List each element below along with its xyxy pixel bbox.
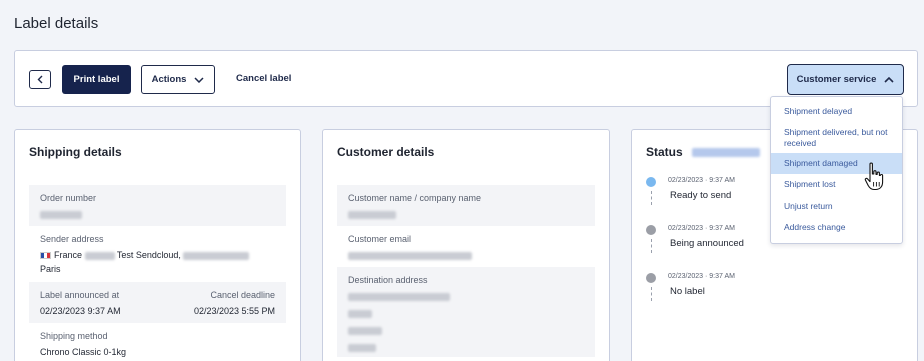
customer-name-redacted: [348, 210, 396, 219]
destination-line-2-redacted: [348, 309, 372, 318]
status-dot: [646, 177, 656, 187]
timeline-time: 02/23/2023 · 9:37 AM: [668, 177, 735, 184]
shipping-details-title: Shipping details: [29, 145, 122, 159]
cancel-deadline-label: Cancel deadline: [210, 290, 275, 300]
sender-address-field: Sender address France Test Sendcloud, Pa…: [29, 226, 286, 282]
menu-item-unjust-return[interactable]: Unjust return: [771, 201, 902, 212]
page-title: Label details: [14, 15, 99, 32]
shipping-details-card: Shipping details Order number Sender add…: [14, 129, 301, 361]
actions-button-label: Actions: [151, 74, 187, 85]
label-announced-label: Label announced at: [40, 290, 120, 300]
order-number-redacted: [40, 210, 82, 219]
customer-name-label: Customer name / company name: [348, 193, 482, 203]
chevron-up-icon: [884, 76, 894, 83]
order-number-label: Order number: [40, 193, 97, 203]
chevron-down-icon: [194, 76, 204, 83]
timeline-label: Ready to send: [670, 190, 732, 201]
hand-cursor-icon: [864, 162, 884, 191]
shipping-method-value: Chrono Classic 0-1kg: [40, 347, 127, 357]
sender-address-label: Sender address: [40, 234, 104, 244]
destination-address-field: Destination address: [337, 267, 595, 357]
sender-redacted-2: [183, 251, 250, 260]
label-announced-value: 02/23/2023 9:37 AM: [40, 306, 121, 316]
customer-details-title: Customer details: [337, 145, 435, 159]
timeline-label: Being announced: [670, 238, 744, 249]
timeline-connector: [651, 191, 652, 205]
chevron-left-icon: [37, 75, 43, 84]
destination-line-1-redacted: [348, 292, 450, 301]
status-badge-redacted: [692, 148, 761, 158]
shipping-method-label: Shipping method: [40, 331, 108, 341]
timeline-time: 02/23/2023 · 9:37 AM: [668, 273, 735, 280]
status-title: Status: [646, 145, 761, 159]
actions-button[interactable]: Actions: [141, 65, 215, 94]
timeline-time: 02/23/2023 · 9:37 AM: [668, 225, 735, 232]
label-dates-field: Label announced at Cancel deadline 02/23…: [29, 282, 286, 323]
customer-service-label: Customer service: [796, 74, 877, 85]
customer-service-button[interactable]: Customer service: [787, 64, 904, 95]
customer-details-card: Customer details Customer name / company…: [322, 129, 610, 361]
customer-email-redacted: [348, 251, 472, 260]
destination-line-3-redacted: [348, 326, 382, 335]
menu-item-address-change[interactable]: Address change: [771, 222, 902, 233]
cancel-deadline-value: 02/23/2023 5:55 PM: [193, 306, 275, 316]
destination-line-4-redacted: [348, 343, 376, 352]
customer-email-field: Customer email: [337, 226, 595, 267]
customer-name-field: Customer name / company name: [337, 185, 595, 226]
timeline-connector: [651, 239, 652, 253]
shipping-method-field: Shipping method Chrono Classic 0-1kg: [29, 323, 286, 361]
timeline-label: No label: [670, 286, 705, 297]
sender-city: Paris: [40, 264, 61, 274]
status-dot: [646, 273, 656, 283]
timeline-connector: [651, 287, 652, 301]
destination-address-label: Destination address: [348, 275, 428, 285]
france-flag-icon: [40, 252, 51, 260]
sender-redacted-1: [84, 251, 115, 260]
print-label-button[interactable]: Print label: [62, 65, 131, 94]
menu-item-shipment-delayed[interactable]: Shipment delayed: [771, 106, 902, 117]
sender-company: Test Sendcloud,: [116, 250, 181, 260]
customer-email-label: Customer email: [348, 234, 412, 244]
back-button[interactable]: [29, 70, 51, 89]
menu-item-delivered-not-received[interactable]: Shipment delivered, but not received: [771, 127, 902, 149]
sender-country: France: [54, 250, 83, 260]
cancel-label-link[interactable]: Cancel label: [236, 73, 291, 84]
status-dot: [646, 225, 656, 235]
order-number-field: Order number: [29, 185, 286, 226]
